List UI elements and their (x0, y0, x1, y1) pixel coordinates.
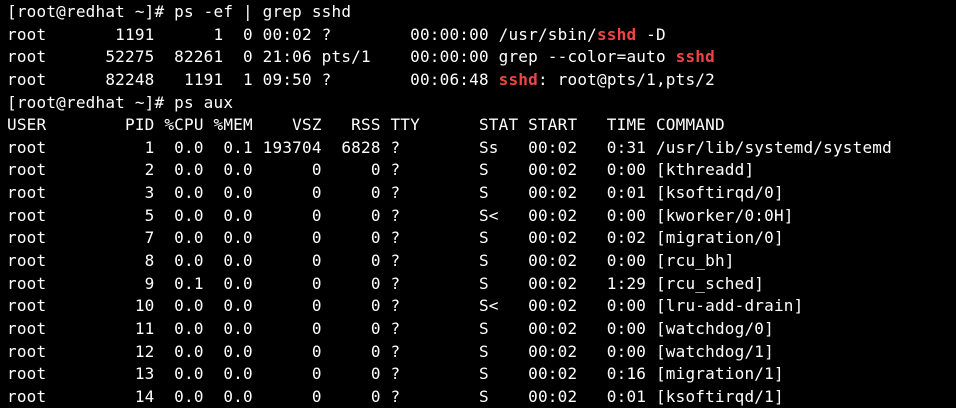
grep-match-highlight: sshd (498, 69, 538, 89)
terminal-text: root 3 0.0 0.0 0 0 ? S 00:02 0:01 [ksoft… (7, 183, 784, 203)
output-line: root 10 0.0 0.0 0 0 ? S< 00:02 0:00 [lru… (7, 295, 956, 318)
output-line: root 13 0.0 0.0 0 0 ? S 00:02 0:16 [migr… (7, 363, 956, 386)
terminal-text: : root@pts/1,pts/2 (537, 69, 715, 89)
prompt-line: [root@redhat ~]# ps aux (7, 92, 956, 115)
terminal-text: root 10 0.0 0.0 0 0 ? S< 00:02 0:00 [lru… (7, 296, 804, 316)
output-line: USER PID %CPU %MEM VSZ RSS TTY STAT STAR… (7, 114, 956, 137)
output-line: root 5 0.0 0.0 0 0 ? S< 00:02 0:00 [kwor… (7, 205, 956, 228)
output-line: root 1191 1 0 00:02 ? 00:00:00 /usr/sbin… (7, 24, 956, 47)
terminal-text: USER PID %CPU %MEM VSZ RSS TTY STAT STAR… (7, 115, 725, 135)
terminal-text: [root@redhat ~]# ps -ef | grep sshd (7, 2, 352, 21)
terminal-text: root 14 0.0 0.0 0 0 ? S 00:02 0:01 [ksof… (7, 386, 784, 406)
terminal-text: root 52275 82261 0 21:06 pts/1 00:00:00 … (7, 47, 676, 67)
terminal-text: root 8 0.0 0.0 0 0 ? S 00:02 0:00 [rcu_b… (7, 251, 735, 271)
terminal-text: root 1 0.0 0.1 193704 6828 ? Ss 00:02 0:… (7, 137, 892, 157)
output-line: root 7 0.0 0.0 0 0 ? S 00:02 0:02 [migra… (7, 227, 956, 250)
output-line: root 12 0.0 0.0 0 0 ? S 00:02 0:00 [watc… (7, 341, 956, 364)
terminal-text: root 1191 1 0 00:02 ? 00:00:00 /usr/sbin… (7, 24, 597, 44)
prompt-line: [root@redhat ~]# ps -ef | grep sshd (7, 1, 956, 24)
terminal-text: root 7 0.0 0.0 0 0 ? S 00:02 0:02 [migra… (7, 228, 784, 248)
terminal-window[interactable]: [root@redhat ~]# ps -ef | grep sshd root … (0, 0, 956, 408)
terminal-text: root 82248 1191 1 09:50 ? 00:06:48 (7, 69, 499, 89)
terminal-text: root 5 0.0 0.0 0 0 ? S< 00:02 0:00 [kwor… (7, 205, 794, 225)
output-line: root 3 0.0 0.0 0 0 ? S 00:02 0:01 [ksoft… (7, 182, 956, 205)
terminal-text: root 9 0.1 0.0 0 0 ? S 00:02 1:29 [rcu_s… (7, 273, 765, 293)
output-line: root 8 0.0 0.0 0 0 ? S 00:02 0:00 [rcu_b… (7, 250, 956, 273)
terminal-text: -D (636, 24, 666, 44)
output-line: root 14 0.0 0.0 0 0 ? S 00:02 0:01 [ksof… (7, 386, 956, 408)
terminal-text: root 2 0.0 0.0 0 0 ? S 00:02 0:00 [kthre… (7, 160, 755, 180)
output-line: root 9 0.1 0.0 0 0 ? S 00:02 1:29 [rcu_s… (7, 273, 956, 296)
terminal-text: root 11 0.0 0.0 0 0 ? S 00:02 0:00 [watc… (7, 318, 774, 338)
output-line: root 82248 1191 1 09:50 ? 00:06:48 sshd:… (7, 69, 956, 92)
terminal-text: root 13 0.0 0.0 0 0 ? S 00:02 0:16 [migr… (7, 364, 784, 384)
output-line: root 1 0.0 0.1 193704 6828 ? Ss 00:02 0:… (7, 137, 956, 160)
output-line: root 52275 82261 0 21:06 pts/1 00:00:00 … (7, 46, 956, 69)
grep-match-highlight: sshd (596, 24, 637, 44)
grep-match-highlight: sshd (675, 47, 715, 67)
output-line: root 2 0.0 0.0 0 0 ? S 00:02 0:00 [kthre… (7, 159, 956, 182)
output-line: root 11 0.0 0.0 0 0 ? S 00:02 0:00 [watc… (7, 318, 956, 341)
terminal-text: [root@redhat ~]# ps aux (7, 92, 234, 112)
terminal-text: root 12 0.0 0.0 0 0 ? S 00:02 0:00 [watc… (7, 341, 774, 361)
